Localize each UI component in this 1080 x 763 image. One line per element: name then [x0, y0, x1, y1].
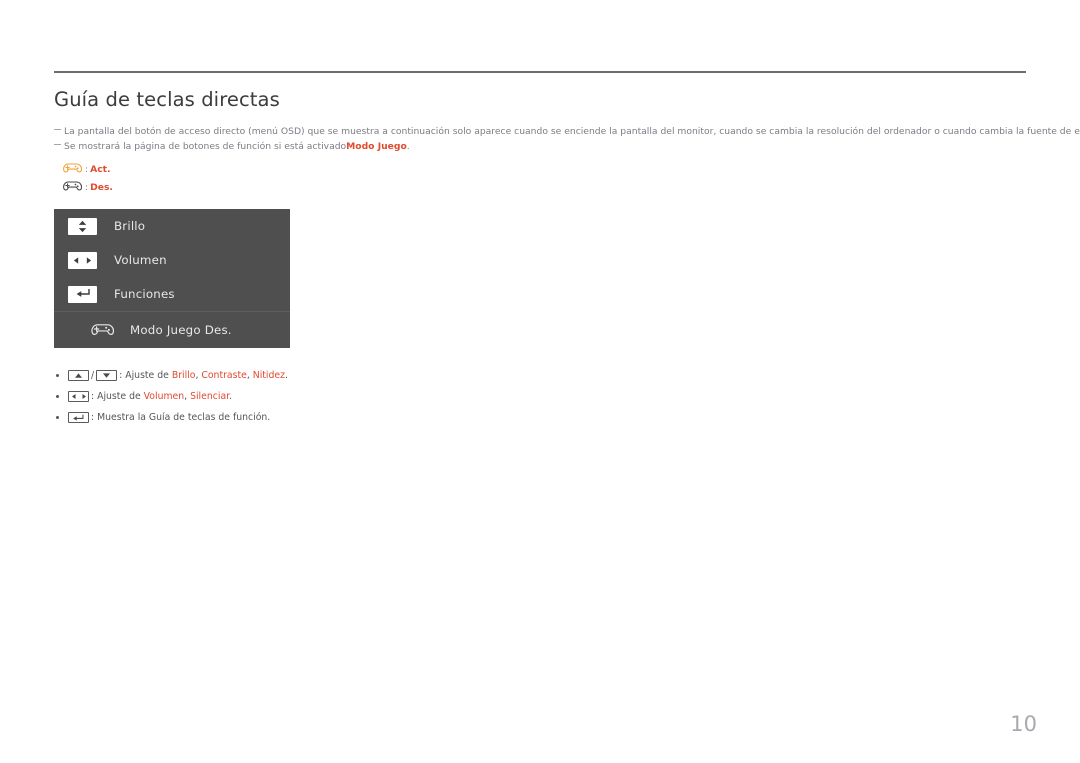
- key-guide-item-brillo: Brillo: [171, 370, 196, 381]
- note-dash-icon: [54, 129, 61, 130]
- page-number: 10: [1010, 712, 1037, 736]
- legend-separator: :: [85, 163, 89, 175]
- key-guide-prefix-1: Ajuste de: [125, 370, 172, 381]
- down-arrow-key-icon[interactable]: [96, 370, 118, 381]
- legend-label-des: Des.: [90, 181, 113, 193]
- key-guide-item-3: : Muestra la Guía de teclas de función.: [56, 407, 288, 428]
- key-guide-item-contraste: Contraste: [201, 370, 247, 381]
- osd-row-volumen[interactable]: Volumen: [54, 243, 290, 277]
- osd-label-brillo: Brillo: [114, 219, 146, 233]
- up-down-arrows-icon[interactable]: [68, 217, 97, 235]
- key-guide-list: / : Ajuste de Brillo, Contraste, Nitidez…: [56, 365, 288, 428]
- key-guide-prefix-3: Muestra la Guía de teclas de función.: [97, 412, 271, 423]
- gamepad-legend: : Act. : Des.: [62, 160, 113, 196]
- bullet-dot-icon: [56, 416, 59, 419]
- key-guide-item-1: / : Ajuste de Brillo, Contraste, Nitidez…: [56, 365, 288, 386]
- legend-separator: :: [85, 181, 89, 193]
- note-line-1: La pantalla del botón de acceso directo …: [54, 125, 1080, 138]
- enter-return-icon[interactable]: [68, 285, 97, 303]
- notes-section: La pantalla del botón de acceso directo …: [54, 125, 1080, 155]
- note-highlight-modo-juego: Modo Juego: [346, 141, 407, 152]
- note-text-1: La pantalla del botón de acceso directo …: [64, 126, 1080, 137]
- osd-label-funciones: Funciones: [114, 287, 175, 301]
- note-dash-icon: [54, 144, 61, 145]
- left-right-arrows-icon[interactable]: [68, 251, 97, 269]
- legend-row-on: : Act.: [62, 160, 113, 178]
- up-arrow-key-icon[interactable]: [68, 370, 89, 381]
- gamepad-icon: [90, 321, 115, 340]
- key-separator: /: [91, 370, 95, 381]
- header-divider: [54, 71, 1026, 73]
- manual-page: Guía de teclas directas La pantalla del …: [0, 0, 1080, 763]
- legend-row-off: : Des.: [62, 178, 113, 196]
- key-guide-item-volumen: Volumen: [143, 391, 185, 402]
- note-line-2: Se mostrará la página de botones de func…: [54, 140, 1034, 153]
- osd-row-brillo[interactable]: Brillo: [54, 209, 290, 243]
- osd-label-volumen: Volumen: [114, 253, 167, 267]
- key-guide-prefix-2: Ajuste de: [97, 391, 144, 402]
- note-text-2-after: .: [406, 141, 410, 152]
- note-text-2-before: Se mostrará la página de botones de func…: [64, 141, 347, 152]
- page-title: Guía de teclas directas: [54, 88, 280, 111]
- key-guide-suffix-2: .: [229, 391, 233, 402]
- key-guide-suffix-1: .: [285, 370, 288, 381]
- osd-direct-key-menu: Brillo Volumen Funciones Modo Juego Des.: [54, 209, 290, 348]
- key-guide-item-nitidez: Nitidez: [252, 370, 286, 381]
- legend-label-act: Act.: [90, 163, 111, 175]
- gamepad-icon-off: [62, 180, 83, 194]
- key-guide-item-silenciar: Silenciar: [190, 391, 230, 402]
- bullet-dot-icon: [56, 374, 59, 377]
- gamepad-icon-on: [62, 162, 83, 176]
- osd-row-modo-juego[interactable]: Modo Juego Des.: [54, 311, 290, 348]
- osd-row-funciones[interactable]: Funciones: [54, 277, 290, 311]
- key-guide-item-2: : Ajuste de Volumen, Silenciar.: [56, 386, 288, 407]
- left-right-arrow-key-icon[interactable]: [68, 391, 89, 402]
- osd-label-modo-juego: Modo Juego Des.: [130, 323, 232, 337]
- enter-key-icon[interactable]: [68, 412, 89, 423]
- bullet-dot-icon: [56, 395, 59, 398]
